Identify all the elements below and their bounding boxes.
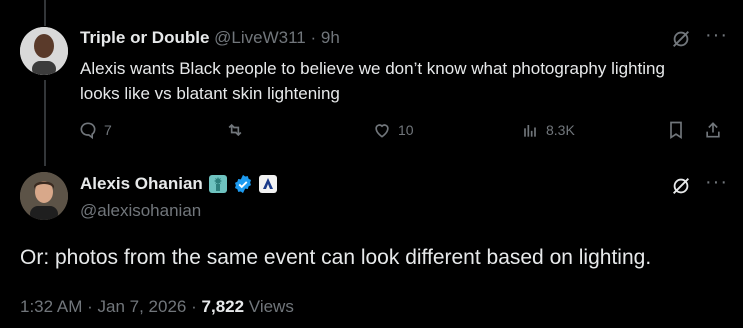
main-tweet-text: Or: photos from the same event can look … [20,246,652,269]
reply-separator: · [310,28,317,47]
like-button[interactable]: 10 [372,120,414,140]
thread-line-top [44,0,46,26]
views-label: Views [248,297,294,316]
tweet-time[interactable]: 1:32 AM [20,297,82,316]
meta-separator-2: · [191,297,197,316]
tweet-date[interactable]: Jan 7, 2026 [98,297,187,316]
more-dots-icon[interactable]: ··· [705,172,728,192]
retweet-button[interactable] [225,120,251,140]
like-count: 10 [398,122,414,138]
reply-count: 7 [104,122,112,138]
grok-slash-icon[interactable] [670,28,692,50]
reply-text: Alexis wants Black people to believe we … [80,59,665,103]
statue-of-liberty-emoji-icon [208,175,227,193]
bar-chart-icon [524,125,536,137]
reply-header: Triple or Double @LiveW311 · 9h [80,28,340,48]
main-handle[interactable]: @alexisohanian [80,201,201,221]
retweet-icon [228,123,242,137]
bookmark-icon [670,121,682,140]
verified-badge-icon[interactable] [233,174,253,194]
main-author-name[interactable]: Alexis Ohanian [80,174,203,194]
avatar-triple-or-double[interactable] [20,27,68,75]
tweet-meta: 1:32 AM · Jan 7, 2026 · 7,822 Views [20,297,294,317]
share-button[interactable] [703,120,723,140]
reply-actions: 7 10 8.3K [78,120,728,142]
more-dots-icon[interactable]: ··· [705,25,728,45]
main-author-header: Alexis Ohanian [80,174,278,194]
tweet-view-count: 7,822 [201,297,245,316]
meta-separator: · [87,297,93,316]
heart-icon [375,124,389,138]
reply-author-name[interactable]: Triple or Double [80,28,209,47]
reply-button[interactable]: 7 [78,120,112,140]
thread-line-connector [44,80,46,166]
grok-slash-icon[interactable] [670,175,692,197]
reply-time[interactable]: 9h [321,28,340,47]
share-upload-icon [706,122,720,138]
reply-handle[interactable]: @LiveW311 [214,28,306,47]
bookmark-button[interactable] [666,120,686,140]
affiliate-badge-icon[interactable] [258,174,278,194]
views-button[interactable]: 8.3K [520,120,575,140]
view-count: 8.3K [546,122,575,138]
avatar-alexis-ohanian[interactable] [20,172,68,220]
speech-bubble-icon [80,122,96,140]
